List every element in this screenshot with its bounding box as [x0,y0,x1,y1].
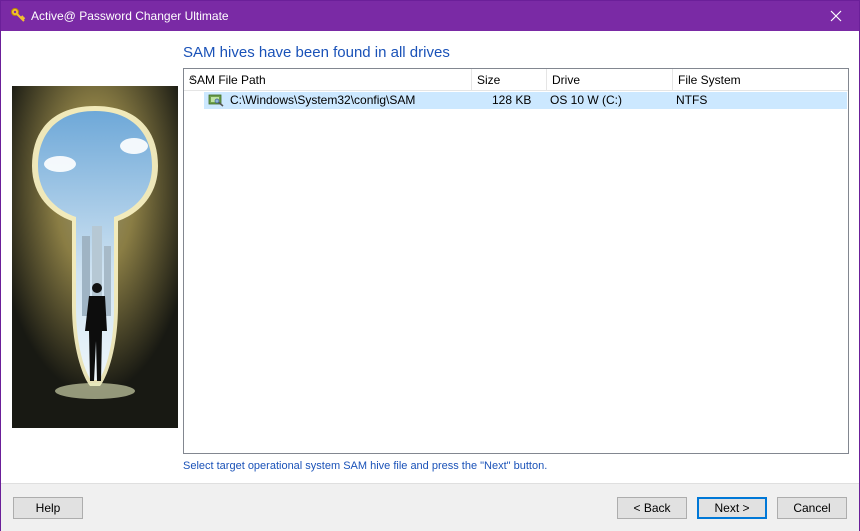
wizard-content: SAM hives have been found in all drives … [1,31,859,483]
page-heading: SAM hives have been found in all drives [183,44,450,61]
list-header: SAM File Path ^ Size Drive File System [184,69,848,91]
column-header-sam-file-path[interactable]: SAM File Path ^ [184,69,472,90]
close-icon [830,10,842,22]
help-button[interactable]: Help [13,497,83,519]
keyhole-illustration [12,86,178,428]
back-button[interactable]: < Back [617,497,687,519]
cell-path: C:\Windows\System32\config\SAM [230,93,416,107]
sort-ascending-icon: ^ [189,73,195,87]
column-header-size[interactable]: Size [472,69,547,90]
button-bar: Help < Back Next > Cancel [1,483,859,531]
close-button[interactable] [813,1,859,31]
app-window: Active@ Password Changer Ultimate SAM hi… [0,0,860,531]
instruction-text: Select target operational system SAM hiv… [183,460,548,472]
column-header-drive[interactable]: Drive [547,69,673,90]
hive-file-icon [208,94,224,107]
window-title: Active@ Password Changer Ultimate [31,9,229,23]
column-header-file-system[interactable]: File System [673,69,848,90]
sam-hive-list[interactable]: SAM File Path ^ Size Drive File System C… [183,68,849,454]
cell-file-system: NTFS [676,93,708,107]
cancel-button[interactable]: Cancel [777,497,847,519]
cell-drive: OS 10 W (C:) [550,93,623,107]
key-icon [11,8,26,22]
table-row[interactable]: C:\Windows\System32\config\SAM 128 KB OS… [204,92,847,109]
cell-size: 128 KB [492,93,532,107]
title-bar[interactable]: Active@ Password Changer Ultimate [1,1,859,31]
next-button[interactable]: Next > [697,497,767,519]
